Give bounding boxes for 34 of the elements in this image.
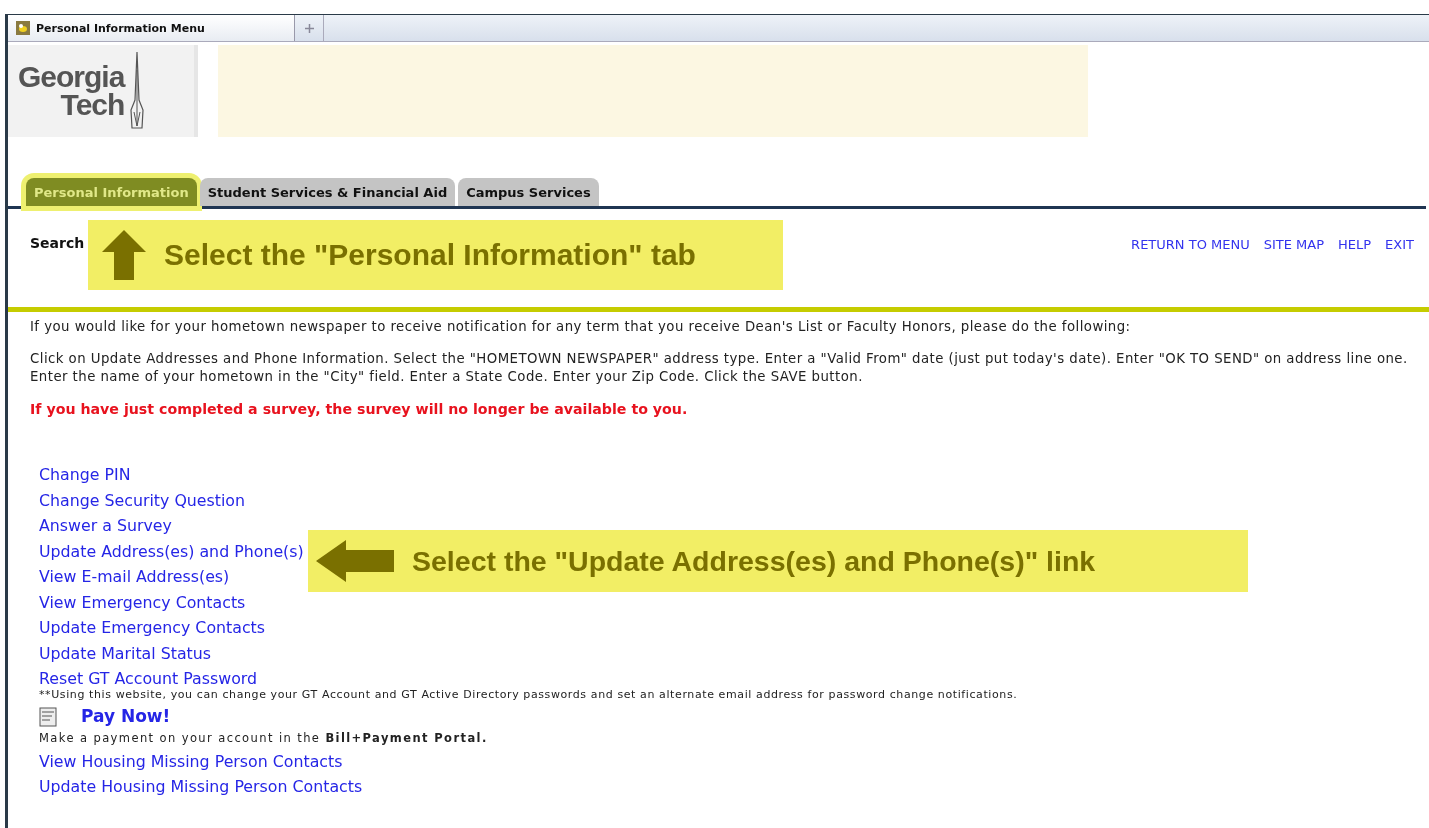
logo-text: Georgia: [18, 63, 125, 91]
up-arrow-icon: [102, 230, 146, 280]
intro-paragraph: Click on Update Addresses and Phone Information. Select the "HOMETOWN NEWSPAPER" address type. Enter a "Valid From" date (just put today's date). Enter "OK TO SEND" on address line one. Enter the name of your hometown in the "City" field. Enter a State Code. Enter your Zip Code. Click the SAVE button.: [30, 350, 1409, 386]
left-arrow-icon: [316, 540, 394, 582]
callout-text: Select the "Update Address(es) and Phone(s)" link: [412, 544, 1096, 578]
tab[interactable]: Student Services & Financial Aid: [199, 178, 456, 206]
warning-text: If you have just completed a survey, the survey will no longer be available to you.: [30, 400, 689, 418]
nav-link[interactable]: EXIT: [1385, 237, 1414, 252]
callout-text: Select the "Personal Information" tab: [164, 238, 696, 272]
search-label: Search: [30, 235, 85, 251]
tab-title: Personal Information Menu: [36, 21, 205, 35]
menu-link[interactable]: View Emergency Contacts: [39, 589, 246, 615]
menu-link[interactable]: Update Marital Status: [39, 640, 212, 666]
menu-link[interactable]: Answer a Survey: [39, 513, 172, 539]
menu-link[interactable]: View Housing Missing Person Contacts: [39, 748, 343, 774]
note-text: **Using this website, you can change your GT Account and GT Active Directory passwords and set an alternate email address for password change notifications.: [39, 687, 1019, 701]
plus-icon: [304, 23, 314, 33]
intro-paragraph: If you would like for your hometown newspaper to receive notification for any term that you receive Dean's List or Faculty Honors, please do the following:: [30, 318, 1132, 336]
nav-link[interactable]: HELP: [1338, 237, 1372, 252]
menu-link[interactable]: Update Emergency Contacts: [39, 615, 266, 641]
menu-link[interactable]: Update Housing Missing Person Contacts: [39, 774, 363, 800]
nav-link[interactable]: SITE MAP: [1263, 237, 1324, 252]
menu-link[interactable]: Change Security Question: [39, 487, 246, 513]
tower-icon: [130, 50, 145, 132]
note-text: Make a payment on your account in the Bill+Payment Portal.: [39, 729, 489, 747]
nav-link[interactable]: RETURN TO MENU: [1131, 237, 1250, 252]
browser-tab[interactable]: Personal Information Menu: [8, 15, 295, 41]
bee-icon: [16, 21, 30, 35]
tab[interactable]: Campus Services: [458, 178, 599, 206]
menu-link[interactable]: Update Address(es) and Phone(s): [39, 538, 304, 564]
menu-link[interactable]: Change PIN: [39, 462, 131, 488]
pay-now-link[interactable]: Pay Now!: [81, 704, 171, 727]
card-icon: [39, 706, 57, 727]
menu-link[interactable]: View E-mail Address(es): [39, 564, 230, 590]
